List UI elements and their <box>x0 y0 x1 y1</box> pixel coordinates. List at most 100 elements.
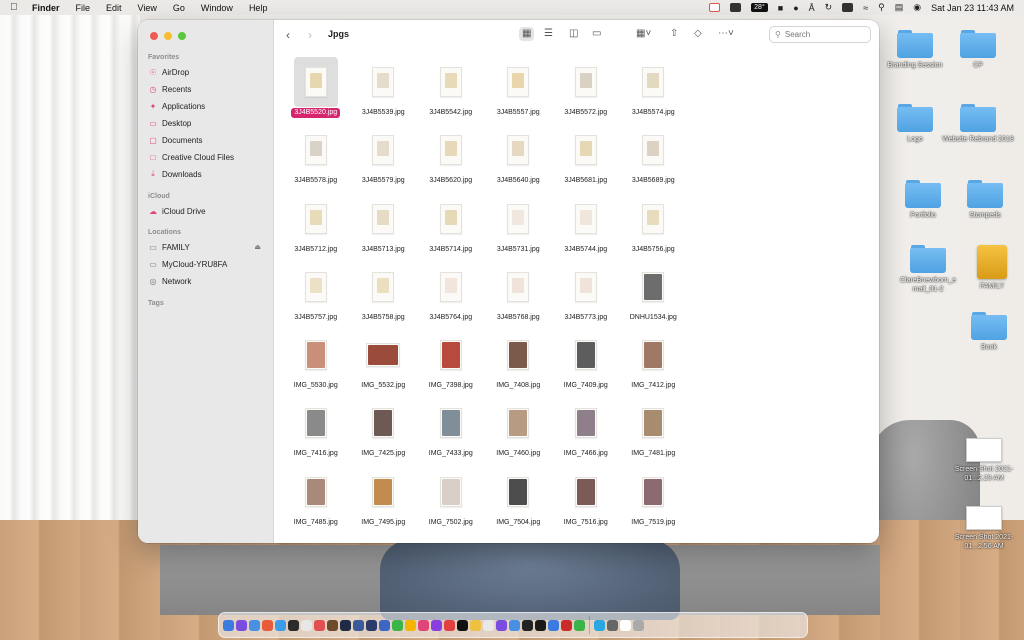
dock-app-icon[interactable] <box>223 619 234 631</box>
file-item[interactable]: 3J4B5744.jpg <box>552 194 620 262</box>
group-button[interactable]: ▦˅ <box>636 27 651 41</box>
file-item[interactable]: 3J4B5764.jpg <box>417 262 485 330</box>
dock-app-icon[interactable] <box>418 619 429 631</box>
dock-app-icon[interactable] <box>607 619 618 631</box>
forward-button[interactable]: › <box>308 28 312 42</box>
file-item[interactable]: IMG_7408.jpg <box>485 330 553 398</box>
sync-icon[interactable]: ↻ <box>825 2 833 13</box>
file-item[interactable]: 3J4B5539.jpg <box>350 57 418 125</box>
tab-icon[interactable]: ■ <box>778 3 783 13</box>
dock-app-icon[interactable] <box>301 619 312 631</box>
share-icon[interactable]: ⇧ <box>670 27 678 41</box>
sidebar-item-desktop[interactable]: ▭ Desktop <box>148 116 191 130</box>
dock-app-icon[interactable] <box>444 619 455 631</box>
file-item[interactable]: 3J4B5768.jpg <box>485 262 553 330</box>
file-item[interactable]: 3J4B5714.jpg <box>417 194 485 262</box>
sidebar-item-mycloud[interactable]: ▭ MyCloud-YRU8FA <box>148 257 227 271</box>
icon-view-button[interactable]: ▦ <box>519 27 535 41</box>
dock-app-icon[interactable] <box>594 619 605 631</box>
dock-app-icon[interactable] <box>314 619 325 631</box>
file-item[interactable]: IMG_7412.jpg <box>620 330 688 398</box>
search-icon[interactable]: ⚲ <box>878 2 885 13</box>
dock-app-icon[interactable] <box>340 619 351 631</box>
file-item[interactable]: 3J4B5520.jpg <box>282 57 350 125</box>
siri-icon[interactable]: ◉ <box>913 2 921 13</box>
file-item[interactable]: IMG_5530.jpg <box>282 330 350 398</box>
file-item[interactable]: 3J4B5757.jpg <box>282 262 350 330</box>
menu-file[interactable]: File <box>76 3 91 13</box>
file-item[interactable]: IMG_5532.jpg <box>350 330 418 398</box>
dock-app-icon[interactable] <box>275 619 286 631</box>
creative-cloud-icon[interactable]: ● <box>793 3 798 13</box>
dock-app-icon[interactable] <box>574 619 585 631</box>
eject-icon[interactable]: ⏏ <box>254 243 261 251</box>
file-item[interactable]: 3J4B5681.jpg <box>552 125 620 193</box>
sidebar-item-documents[interactable]: ▢ Documents <box>148 133 202 147</box>
pdf-app-icon[interactable] <box>709 3 721 12</box>
file-item[interactable]: IMG_7425.jpg <box>350 398 418 466</box>
file-item[interactable]: 3J4B5773.jpg <box>552 262 620 330</box>
dock-app-icon[interactable] <box>483 619 494 631</box>
column-view-button[interactable]: ◫ <box>569 27 578 41</box>
file-item[interactable]: 3J4B5578.jpg <box>282 125 350 193</box>
dock-app-icon[interactable] <box>548 619 559 631</box>
menu-extra-icon[interactable] <box>730 3 742 12</box>
file-item[interactable]: IMG_7460.jpg <box>485 398 553 466</box>
sidebar-item-recents[interactable]: ◷ Recents <box>148 82 192 96</box>
menu-window[interactable]: Window <box>201 3 233 13</box>
desktop-folder[interactable]: CP <box>938 30 1018 70</box>
close-button[interactable] <box>150 32 158 40</box>
sidebar-item-airdrop[interactable]: ☉ AirDrop <box>148 65 189 79</box>
list-view-button[interactable]: ☰ <box>544 27 553 41</box>
dock-app-icon[interactable] <box>633 619 644 631</box>
file-item[interactable]: DNHU1534.jpg <box>620 262 688 330</box>
dock-app-icon[interactable] <box>620 619 631 631</box>
file-item[interactable]: 3J4B5713.jpg <box>350 194 418 262</box>
file-item[interactable]: 3J4B5758.jpg <box>350 262 418 330</box>
menu-finder[interactable]: Finder <box>32 3 60 13</box>
sidebar-item-creative-cloud-files[interactable]: □ Creative Cloud Files <box>148 150 234 164</box>
file-item[interactable]: IMG_7504.jpg <box>485 467 553 535</box>
menu-go[interactable]: Go <box>173 3 185 13</box>
more-actions-button[interactable]: ⋯˅ <box>718 27 734 41</box>
desktop-screenshot[interactable]: Screen Shot 2021-01...2.56 AM <box>944 506 1024 551</box>
tag-icon[interactable]: ◇ <box>694 27 702 41</box>
dock-app-icon[interactable] <box>366 619 377 631</box>
dock-app-icon[interactable] <box>431 619 442 631</box>
file-item[interactable]: 3J4B5712.jpg <box>282 194 350 262</box>
dock-app-icon[interactable] <box>249 619 260 631</box>
desktop-screenshot[interactable]: Screen Shot 2021-01...2.23 AM <box>944 438 1024 483</box>
dock-app-icon[interactable] <box>457 619 468 631</box>
search-field[interactable]: ⚲ <box>769 26 871 43</box>
zoom-button[interactable] <box>178 32 186 40</box>
desktop-folder[interactable]: Stompeds <box>945 180 1024 220</box>
wifi-icon[interactable]: ≈ <box>863 3 868 13</box>
dock-app-icon[interactable] <box>509 619 520 631</box>
dock-app-icon[interactable] <box>262 619 273 631</box>
dock-app-icon[interactable] <box>405 619 416 631</box>
dock-app-icon[interactable] <box>496 619 507 631</box>
file-item[interactable]: IMG_7466.jpg <box>552 398 620 466</box>
file-item[interactable]: IMG_7416.jpg <box>282 398 350 466</box>
file-item[interactable]: 3J4B5572.jpg <box>552 57 620 125</box>
file-item[interactable]: IMG_7433.jpg <box>417 398 485 466</box>
file-item[interactable]: IMG_7502.jpg <box>417 467 485 535</box>
sidebar-item-family[interactable]: ▭ FAMILY <box>148 240 264 254</box>
desktop-drive-family[interactable]: FAMILY <box>952 245 1024 291</box>
dock-app-icon[interactable] <box>288 619 299 631</box>
gallery-view-button[interactable]: ▭ <box>592 27 601 41</box>
dock-app-icon[interactable] <box>327 619 338 631</box>
file-item[interactable]: 3J4B5640.jpg <box>485 125 553 193</box>
menu-view[interactable]: View <box>138 3 157 13</box>
dock-app-icon[interactable] <box>379 619 390 631</box>
file-item[interactable]: IMG_7516.jpg <box>552 467 620 535</box>
sidebar-item-applications[interactable]: ✦ Applications <box>148 99 206 113</box>
sidebar-item-network[interactable]: ◎ Network <box>148 274 192 288</box>
file-item[interactable]: IMG_7409.jpg <box>552 330 620 398</box>
clock[interactable]: Sat Jan 23 11:43 AM <box>931 3 1014 13</box>
file-item[interactable]: 3J4B5542.jpg <box>417 57 485 125</box>
file-item[interactable]: 3J4B5579.jpg <box>350 125 418 193</box>
menu-edit[interactable]: Edit <box>106 3 122 13</box>
file-item[interactable]: IMG_7398.jpg <box>417 330 485 398</box>
search-input[interactable] <box>784 30 865 39</box>
